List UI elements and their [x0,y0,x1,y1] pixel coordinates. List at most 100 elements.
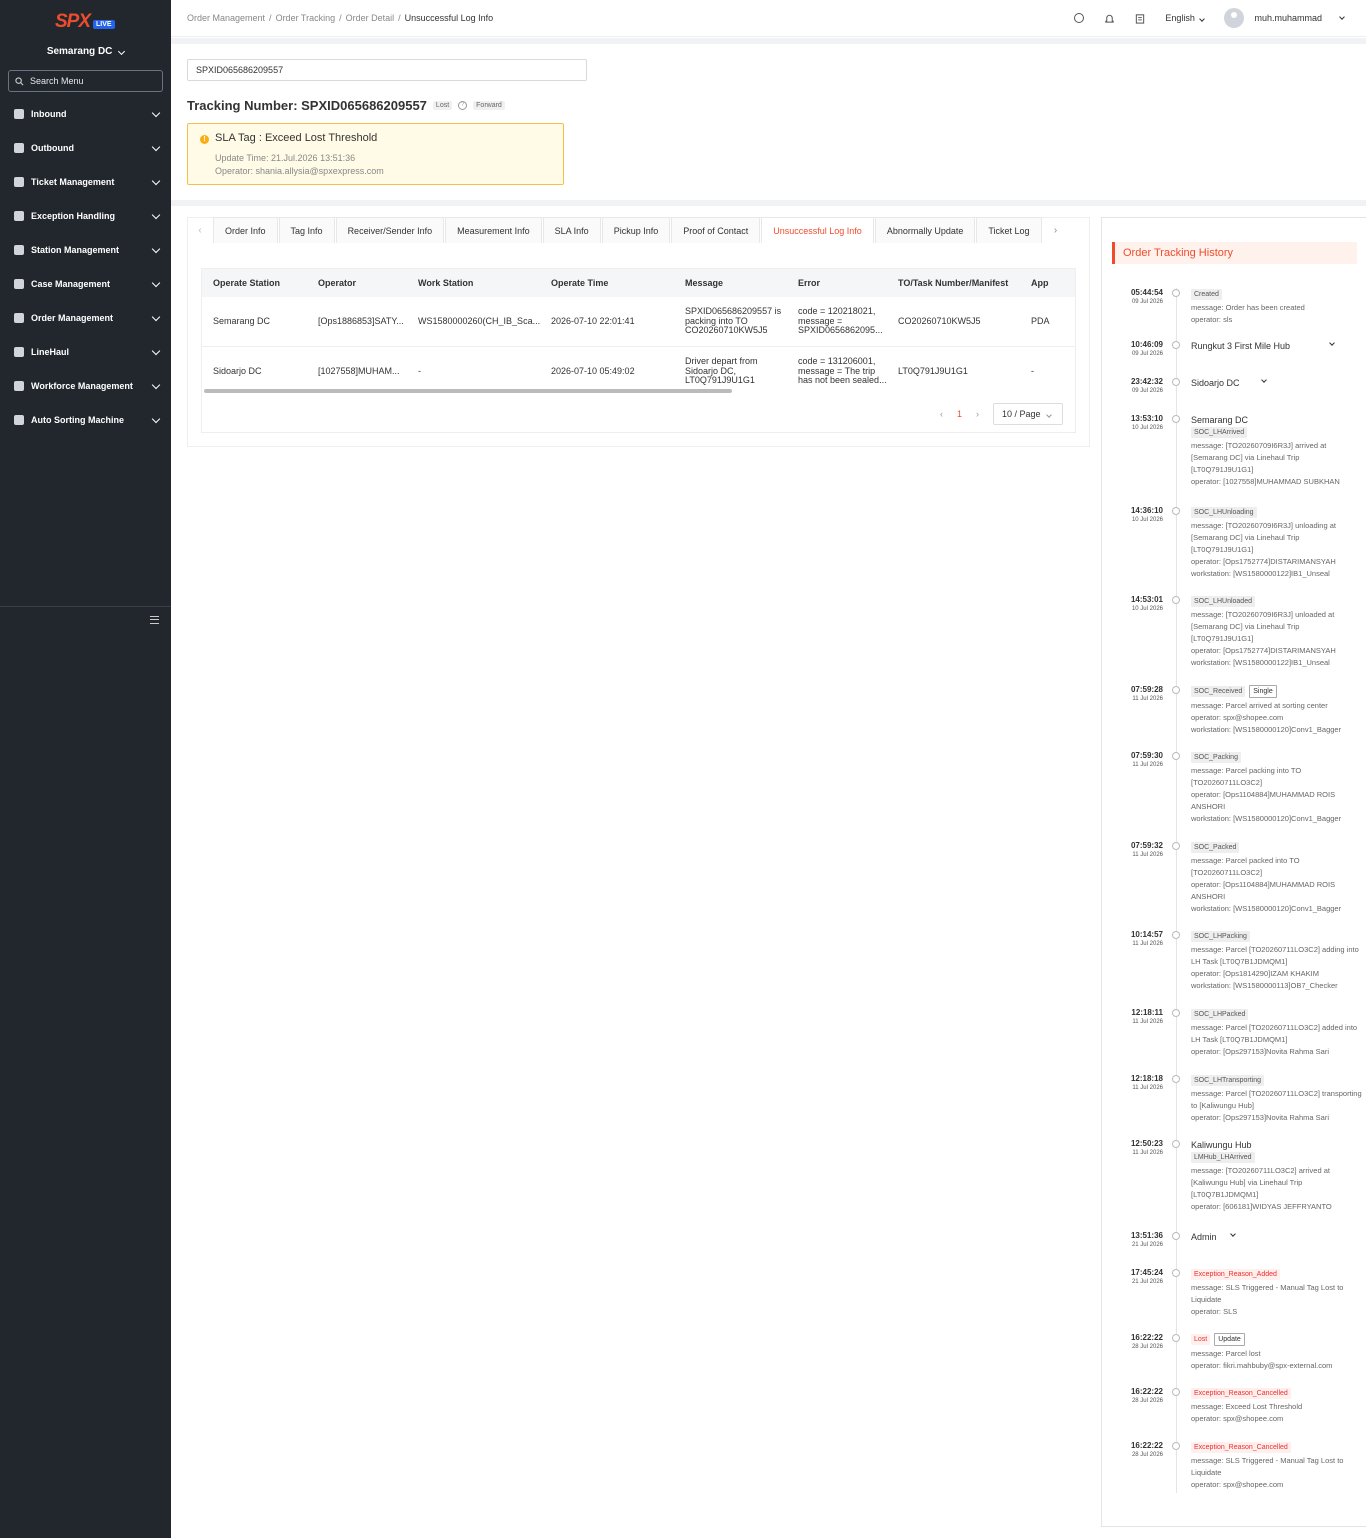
next-page-icon[interactable]: › [976,409,979,419]
column-header: Operator [318,278,357,288]
event-line: operator: spx@shopee.com [1191,713,1284,722]
event-body: Kaliwungu Hub LMHub_LHArrived message: [TO… [1191,1139,1363,1213]
station-selector[interactable]: Semarang DC [0,46,171,57]
page-size-select[interactable]: 10 / Page [993,403,1063,425]
spx-logo[interactable]: SPX LIVE [55,11,115,32]
horizontal-scrollbar[interactable] [204,389,732,393]
search-menu-input[interactable]: Search Menu [8,70,163,92]
avatar [1224,8,1245,28]
menu-icon [14,313,24,323]
tab-scroll-right-icon[interactable]: › [1043,217,1069,243]
tab-scroll-left-icon[interactable]: ‹ [187,217,213,243]
language-selector[interactable]: English [1165,13,1206,23]
sidebar-item-outbound[interactable]: Outbound [0,131,171,165]
tab-measurement-info[interactable]: Measurement Info [445,217,542,243]
event-body: SOC_LHPacking message: Parcel [TO20260711… [1191,930,1363,992]
event-location[interactable]: Sidoarjo DC [1191,377,1363,389]
event-date: 11 Jul 2026 [1132,1150,1163,1156]
event-time: 16:22:22 [1130,1333,1163,1342]
event-line: operator: sls [1191,315,1233,324]
event-line: message: Parcel packed into TO [TO202607… [1191,856,1300,877]
status-badge: SOC_Received [1191,686,1246,697]
breadcrumb: Order Management / Order Tracking / Order De… [187,13,497,23]
clipboard-icon[interactable] [1135,13,1145,24]
chevron-down-icon [151,176,161,185]
menu-icon [14,211,24,221]
event-time: 23:42:32 [1130,377,1163,386]
event-line: operator: fikri.mahbuby@spx-external.com [1191,1361,1333,1370]
table-cell: Sidoarjo DC [213,367,262,376]
tab-pickup-info[interactable]: Pickup Info [601,217,671,243]
badge-row: SOC_LHUnloaded [1191,595,1363,609]
sidebar-item-exception-handling[interactable]: Exception Handling [0,199,171,233]
event-time: 14:36:10 [1130,506,1163,515]
badge-row: Exception_Reason_Added [1191,1268,1363,1282]
breadcrumb-item[interactable]: Order Detail [346,13,395,23]
info-icon[interactable] [1074,13,1085,23]
sidebar-item-case-management[interactable]: Case Management [0,267,171,301]
event-body: SOC_Packed message: Parcel packed into TO… [1191,841,1363,915]
tab-abnormally-update[interactable]: Abnormally Update [874,217,976,243]
user-menu[interactable]: muh.muhammad [1224,8,1345,28]
event-line: operator: [1027558]MUHAMMAD SUBKHAN [1191,477,1340,486]
tab-sla-info[interactable]: SLA Info [542,217,601,243]
event-time: 05:44:54 [1130,288,1163,297]
table-cell: [Ops1886853]SATY... [318,317,404,326]
event-location[interactable]: Semarang DC [1191,414,1363,426]
event-location[interactable]: Kaliwungu Hub [1191,1139,1363,1151]
event-time: 13:53:10 [1130,414,1163,423]
page-number[interactable]: 1 [957,409,962,419]
event-location[interactable]: Admin [1191,1231,1363,1243]
breadcrumb-item[interactable]: Order Tracking [276,13,336,23]
tab-receiver-sender-info[interactable]: Receiver/Sender Info [335,217,445,243]
sidebar-item-inbound[interactable]: Inbound [0,97,171,131]
tracking-number-input[interactable]: SPXID065686209557 [187,59,587,81]
tab-unsuccessful-log-info[interactable]: Unsuccessful Log Info [761,217,874,243]
timeline-dot-icon [1172,1388,1180,1396]
menu-icon [14,347,24,357]
event-date: 10 Jul 2026 [1131,517,1163,523]
timeline-dot-icon [1172,931,1180,939]
event-date: 21 Jul 2026 [1131,1279,1163,1285]
question-icon[interactable]: ? [458,101,468,110]
sidebar-item-ticket-management[interactable]: Ticket Management [0,165,171,199]
event-line: operator: [Ops1752774]DISTARIMANSYAH [1191,557,1336,566]
event-location[interactable]: Rungkut 3 First Mile Hub [1191,340,1363,352]
tab-proof-of-contact[interactable]: Proof of Contact [671,217,761,243]
sidebar-item-workforce-management[interactable]: Workforce Management [0,369,171,403]
tab-bar: ‹ Order Info Tag Info Receiver/Sender Info M… [187,217,1090,243]
event-line: operator: [606181]WIDYAS JEFFRYANTO [1191,1202,1332,1211]
tab-order-info[interactable]: Order Info [213,217,278,243]
event-time: 13:51:36 [1130,1231,1163,1240]
badge-row: Exception_Reason_Cancelled [1191,1441,1363,1455]
table-cell: WS1580000260(CH_IB_Sca... [418,317,541,326]
sidebar-item-order-management[interactable]: Order Management [0,301,171,335]
table-cell: LT0Q791J9U1G1 [898,367,968,376]
event-date: 11 Jul 2026 [1132,852,1163,858]
timeline-line [1176,288,1177,1493]
menu-icon [14,381,24,391]
badge-row: SOC_Packed [1191,841,1363,855]
bell-icon[interactable] [1104,13,1115,24]
tab-tag-info[interactable]: Tag Info [278,217,335,243]
sla-operator: Operator: shania.allysia@spxexpress.com [215,166,384,176]
sidebar-item-station-management[interactable]: Station Management [0,233,171,267]
breadcrumb-item[interactable]: Order Management [187,13,265,23]
collapse-menu-icon[interactable] [150,616,159,624]
event-line: operator: spx@shopee.com [1191,1414,1284,1423]
sidebar-footer [0,606,171,632]
table-cell: PDA [1031,317,1050,326]
tab-ticket-log[interactable]: Ticket Log [976,217,1042,243]
prev-page-icon[interactable]: ‹ [940,409,943,419]
event-time: 10:46:09 [1130,340,1163,349]
timeline-dot-icon [1172,842,1180,850]
status-badge: SOC_LHPacking [1191,931,1250,942]
sidebar-item-linehaul[interactable]: LineHaul [0,335,171,369]
badge-row: SOC_LHArrived [1191,426,1363,440]
history-title: Order Tracking History [1112,242,1357,264]
column-header: Message [685,278,724,288]
sidebar-item-auto-sorting-machine[interactable]: Auto Sorting Machine [0,403,171,437]
event-body: Exception_Reason_Cancelled message: Excee… [1191,1387,1363,1425]
sla-alert: ! SLA Tag : Exceed Lost Threshold Update… [187,123,564,185]
table-cell: Semarang DC [213,317,271,326]
